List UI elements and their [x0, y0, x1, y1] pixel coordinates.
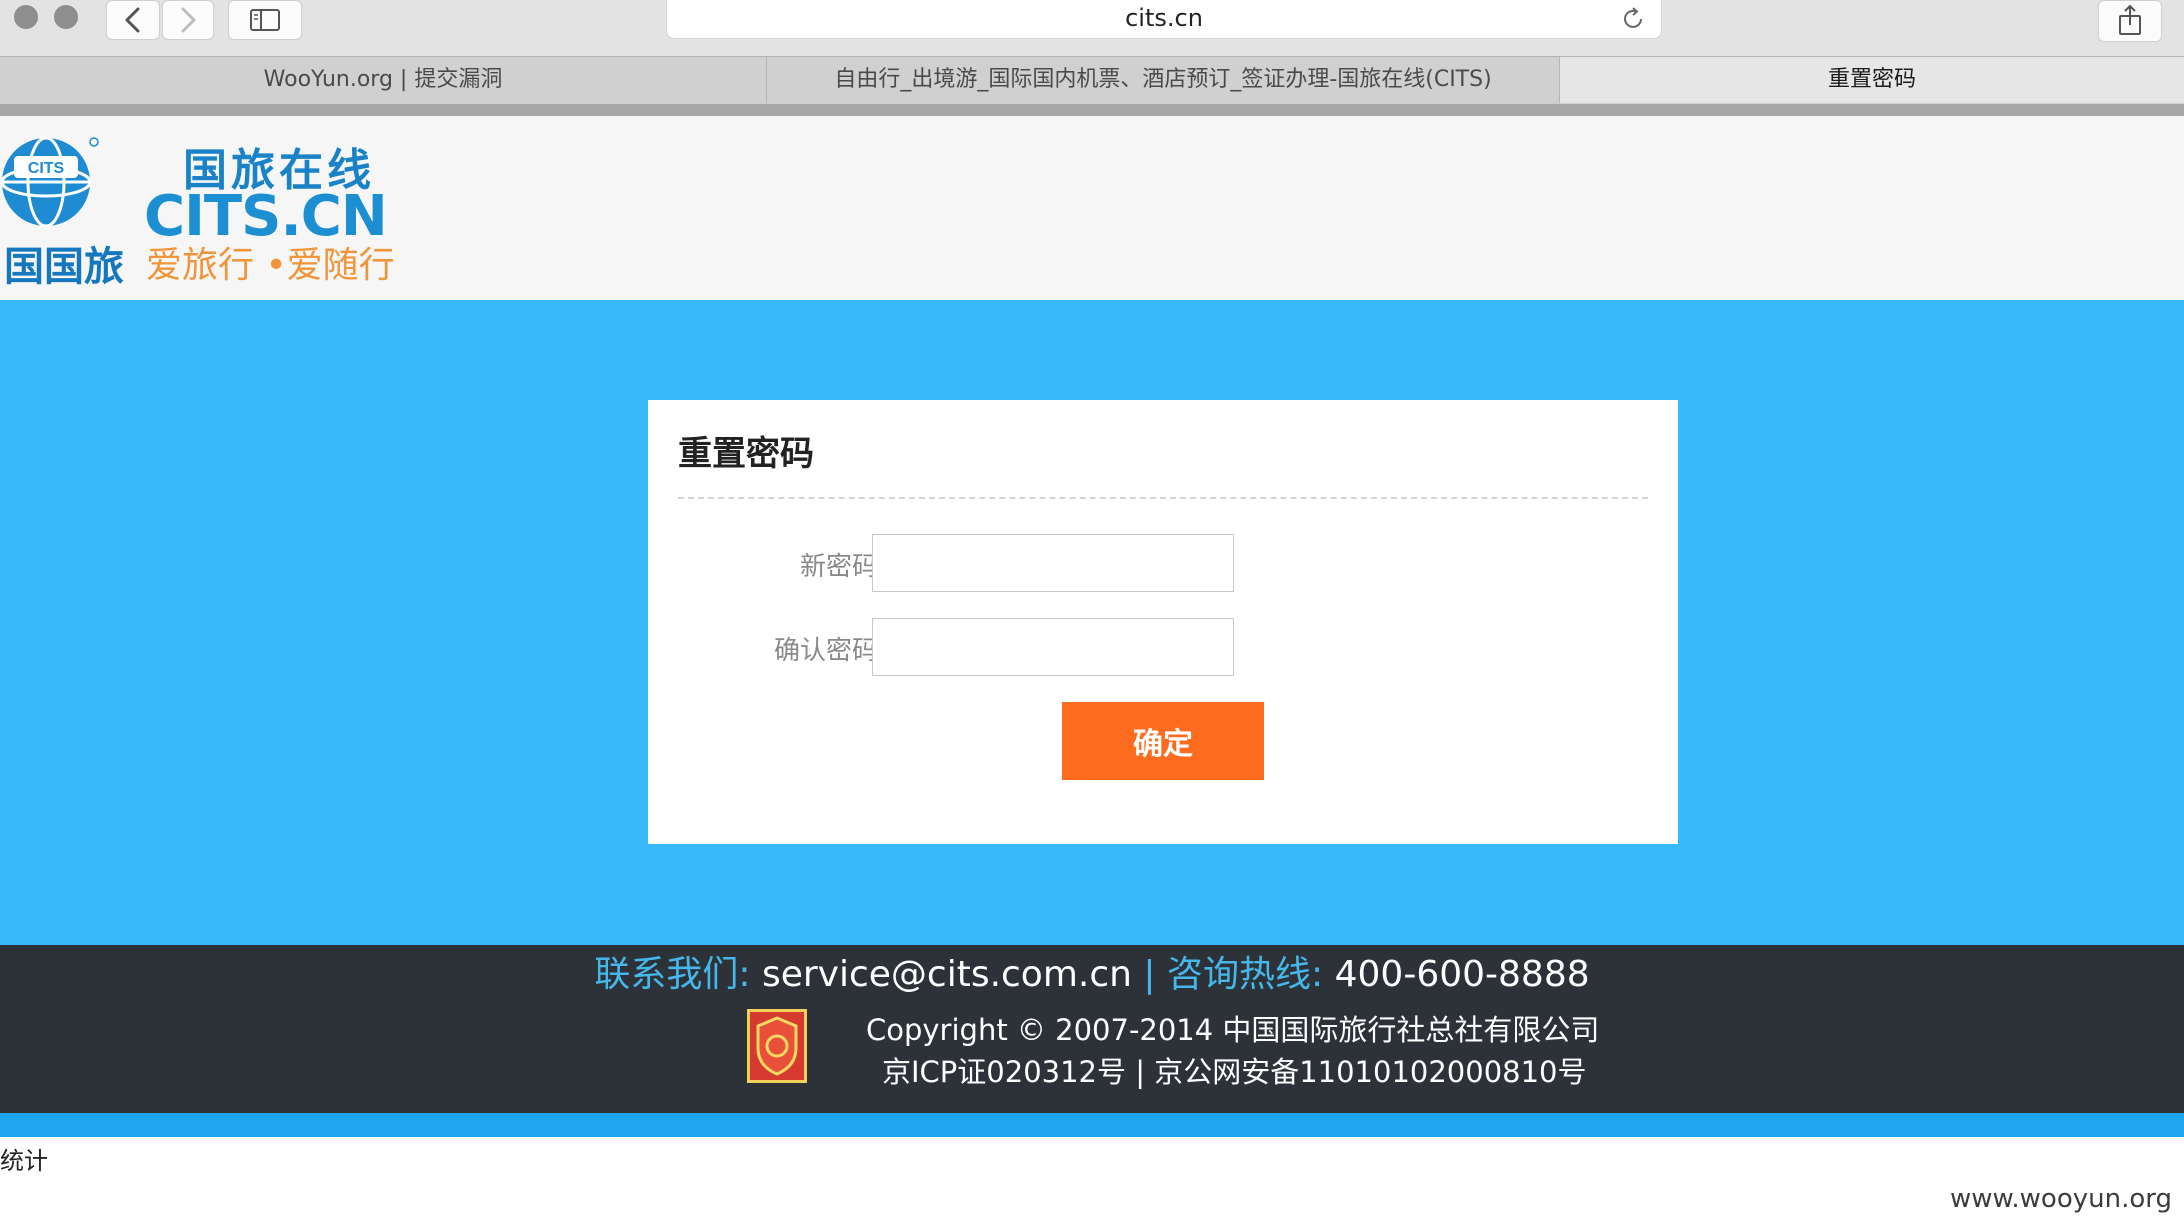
sidebar-icon: [250, 9, 280, 31]
contact-line: 联系我们: service@cits.com.cn | 咨询热线: 400-60…: [0, 945, 2184, 997]
logo-slogan: 爱旅行 •爱随行: [146, 245, 395, 286]
card-title: 重置密码: [678, 434, 814, 474]
site-footer: 联系我们: service@cits.com.cn | 咨询热线: 400-60…: [0, 945, 2184, 1113]
back-button[interactable]: [106, 0, 160, 40]
icp-license-text: 京ICP证020312号 | 京公网安备11010102000810号: [882, 1055, 1587, 1089]
share-button[interactable]: [2098, 0, 2162, 42]
sidebar-toggle-button[interactable]: [228, 0, 302, 40]
copyright-text: Copyright © 2007-2014 中国国际旅行社总社有限公司: [866, 1013, 1600, 1047]
window-close-button[interactable]: [14, 5, 38, 29]
browser-toolbar: cits.cn: [0, 0, 2184, 56]
svg-text:CITS: CITS: [28, 160, 65, 177]
hotline-label: 咨询热线:: [1167, 954, 1324, 995]
reload-icon[interactable]: [1619, 4, 1649, 34]
address-bar[interactable]: cits.cn: [666, 0, 1662, 39]
watermark-text: www.wooyun.org: [1949, 1184, 2172, 1214]
window-minimize-button[interactable]: [54, 5, 78, 29]
chevron-right-icon: [181, 7, 196, 33]
cits-globe-logo-icon[interactable]: CITS: [0, 134, 100, 230]
tab-bar-shadow: [0, 104, 2184, 116]
site-header: CITS 国旅在线 CITS.CN 国国旅 爱旅行 •爱随行: [0, 116, 2184, 300]
hotline-number: 400-600-8888: [1334, 954, 1590, 995]
new-password-label: 新密码: [799, 552, 878, 582]
confirm-password-label: 确认密码: [773, 636, 878, 666]
reset-password-card: 重置密码 新密码 确认密码 确定: [648, 400, 1678, 844]
tab-cits-home[interactable]: 自由行_出境游_国际国内机票、酒店预订_签证办理-国旅在线(CITS): [767, 57, 1560, 103]
contact-separator: |: [1143, 954, 1156, 995]
contact-email[interactable]: service@cits.com.cn: [762, 954, 1132, 995]
card-divider: [678, 497, 1648, 499]
confirm-button[interactable]: 确定: [1062, 702, 1264, 780]
footer-stripe: [0, 1113, 2184, 1137]
tab-wooyun[interactable]: WooYun.org | 提交漏洞: [0, 57, 767, 103]
url-text: cits.cn: [1125, 4, 1203, 32]
main-content: 重置密码 新密码 确认密码 确定: [0, 300, 2184, 945]
police-badge-icon[interactable]: [747, 1009, 807, 1083]
stats-text: 统计: [0, 1147, 48, 1175]
chevron-left-icon: [125, 7, 140, 33]
logo-cits-brand: 国国旅: [4, 244, 124, 290]
tab-bar: WooYun.org | 提交漏洞 自由行_出境游_国际国内机票、酒店预订_签证…: [0, 56, 2184, 105]
share-icon: [2119, 4, 2141, 35]
tab-reset-password[interactable]: 重置密码: [1560, 57, 2184, 103]
contact-label: 联系我们:: [594, 954, 751, 995]
confirm-password-input[interactable]: [872, 618, 1234, 676]
forward-button[interactable]: [162, 0, 214, 40]
new-password-input[interactable]: [872, 534, 1234, 592]
